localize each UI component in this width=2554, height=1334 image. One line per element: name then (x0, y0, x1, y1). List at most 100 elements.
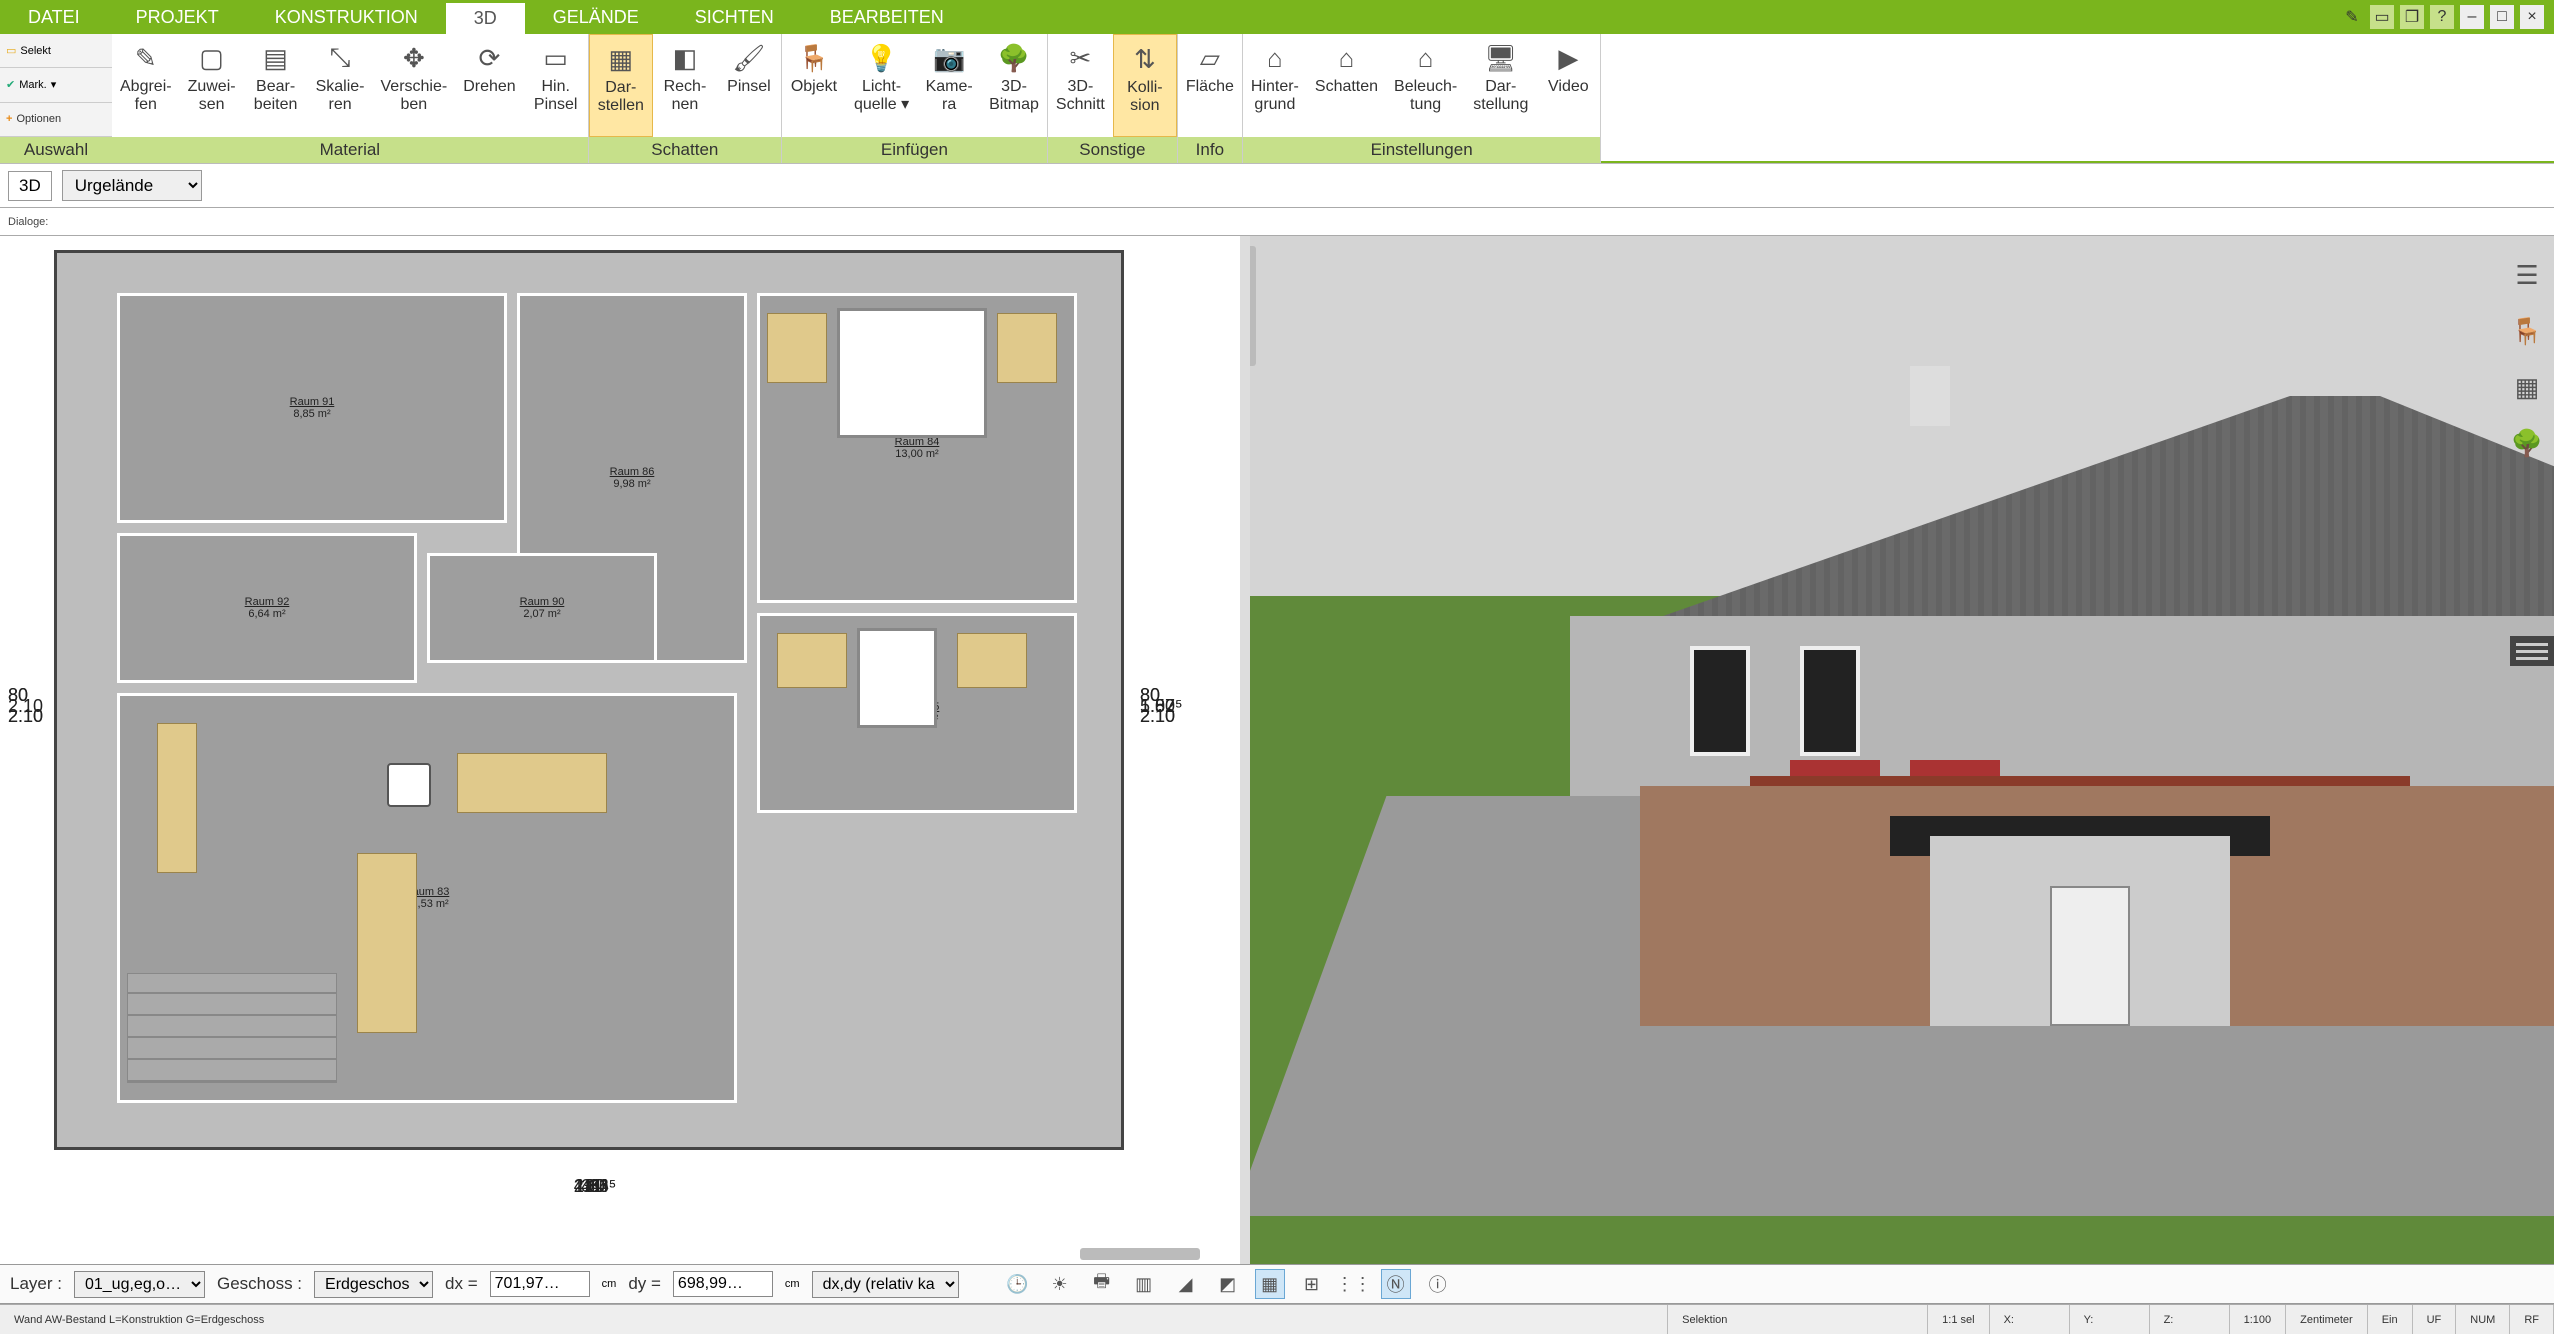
furniture[interactable] (957, 633, 1027, 688)
layers-icon[interactable]: ☰ (2508, 256, 2546, 294)
ribbon-icon: 🪑 (796, 40, 832, 76)
ribbon-btn-3d-schnitt[interactable]: ✂3D- Schnitt (1048, 34, 1113, 137)
close-icon[interactable]: × (2520, 5, 2544, 29)
ribbon-btn-fl-che[interactable]: ▱Fläche (1178, 34, 1242, 137)
ribbon-label: Rech- nen (664, 78, 707, 114)
ribbon-btn-hin-pinsel[interactable]: ▭Hin. Pinsel (524, 34, 588, 137)
furniture[interactable] (157, 723, 197, 873)
layer-label: Layer : (10, 1274, 62, 1294)
menu-tab-3d[interactable]: 3D (446, 0, 525, 34)
splitter[interactable] (1240, 236, 1250, 1264)
menu-tab-gelände[interactable]: GELÄNDE (525, 0, 667, 34)
ribbon-label: Skalie- ren (316, 78, 365, 114)
furniture[interactable] (777, 633, 847, 688)
options-button[interactable]: + Optionen (0, 103, 112, 137)
ribbon-btn-schatten[interactable]: ⌂Schatten (1307, 34, 1386, 137)
washer[interactable] (387, 763, 431, 807)
ribbon-btn-dar-stellung[interactable]: 🖥Dar- stellung (1465, 34, 1536, 137)
paintbrush-icon[interactable]: ✎ (2340, 5, 2364, 29)
ribbon-btn-pinsel[interactable]: 🖌Pinsel (717, 34, 781, 137)
ribbon-btn-drehen[interactable]: ⟳Drehen (455, 34, 523, 137)
ribbon-icon: ⌂ (1408, 40, 1444, 76)
dy-input[interactable] (673, 1271, 773, 1297)
sun-icon[interactable]: ☀ (1045, 1269, 1075, 1299)
ribbon-btn-objekt[interactable]: 🪑Objekt (782, 34, 846, 137)
snap-angle-icon[interactable]: ◢ (1171, 1269, 1201, 1299)
help-icon[interactable]: ? (2430, 5, 2454, 29)
print-icon[interactable]: 🖶 (1087, 1269, 1117, 1299)
grid-icon[interactable]: ⊞ (1297, 1269, 1327, 1299)
floor-select[interactable]: Erdgeschos (314, 1271, 433, 1298)
window-btn-2[interactable]: ❐ (2400, 5, 2424, 29)
ribbon-btn-3d-bitmap[interactable]: 🌳3D- Bitmap (981, 34, 1047, 137)
ribbon-btn-kolli-sion[interactable]: ⇅Kolli- sion (1113, 34, 1177, 137)
ribbon-label: Verschie- ben (381, 78, 448, 114)
plants-icon[interactable]: 🌳 (2508, 424, 2546, 462)
ribbon-icon: ✂ (1062, 40, 1098, 76)
window (1690, 646, 1750, 756)
minimize-icon[interactable]: – (2460, 5, 2484, 29)
ribbon-icon: ▢ (194, 40, 230, 76)
bed[interactable] (857, 628, 937, 728)
ribbon-btn-verschie-ben[interactable]: ✥Verschie- ben (373, 34, 456, 137)
ribbon-btn-bear-beiten[interactable]: ▤Bear- beiten (244, 34, 308, 137)
grid-dots-icon[interactable]: ⋮⋮ (1339, 1269, 1369, 1299)
ribbon-btn-hinter-grund[interactable]: ⌂Hinter- grund (1243, 34, 1307, 137)
window-btn-1[interactable]: ▭ (2370, 5, 2394, 29)
ribbon-btn-zuwei-sen[interactable]: ▢Zuwei- sen (180, 34, 244, 137)
terrain-select[interactable]: Urgelände (62, 170, 202, 201)
ribbon-icon: ⟳ (471, 40, 507, 76)
room-area: 9,98 m² (613, 478, 650, 490)
furniture[interactable] (997, 313, 1057, 383)
ribbon-btn-kame-ra[interactable]: 📷Kame- ra (917, 34, 981, 137)
ribbon-btn-dar-stellen[interactable]: ▦Dar- stellen (589, 34, 653, 137)
snap-grid-icon[interactable]: ▦ (1255, 1269, 1285, 1299)
floorplan-canvas[interactable]: Raum 918,85 m²Raum 869,98 m²Raum 8413,00… (54, 250, 1124, 1150)
menu-tab-konstruktion[interactable]: KONSTRUKTION (247, 0, 446, 34)
snap-ortho-icon[interactable]: ◩ (1213, 1269, 1243, 1299)
select-mode-button[interactable]: ▭ Selekt (0, 34, 112, 68)
ribbon-icon: ▱ (1192, 40, 1228, 76)
north-icon[interactable]: Ⓝ (1381, 1269, 1411, 1299)
coord-mode-select[interactable]: dx,dy (relativ ka (812, 1271, 959, 1298)
info-toggle-icon[interactable]: ⓘ (1423, 1269, 1453, 1299)
dx-input[interactable] (490, 1271, 590, 1297)
ribbon-btn-video[interactable]: ▶Video (1536, 34, 1600, 137)
bed[interactable] (837, 308, 987, 438)
hscroll-thumb[interactable] (1080, 1248, 1200, 1260)
clock-icon[interactable]: 🕒 (1003, 1269, 1033, 1299)
dy-label: dy = (628, 1274, 661, 1294)
room-r92[interactable]: Raum 926,64 m² (117, 533, 417, 683)
menu-right-cluster: ✎ ▭ ❐ ? – □ × (2340, 0, 2554, 34)
ribbon-left-column: ▭ Selekt ✔ Mark. ▾ + Optionen Auswahl (0, 34, 112, 163)
rug[interactable] (127, 973, 337, 1083)
layer-select[interactable]: 01_ug,eg,o… (74, 1271, 205, 1298)
ribbon-btn-abgrei-fen[interactable]: ✎Abgrei- fen (112, 34, 180, 137)
pane-collapse-handle[interactable] (2510, 636, 2554, 666)
ribbon-btn-rech-nen[interactable]: ◧Rech- nen (653, 34, 717, 137)
room-r90[interactable]: Raum 902,07 m² (427, 553, 657, 663)
view-chip-3d[interactable]: 3D (8, 171, 52, 201)
pane-2d[interactable]: Raum 918,85 m²Raum 869,98 m²Raum 8413,00… (0, 236, 1240, 1264)
room-r91[interactable]: Raum 918,85 m² (117, 293, 507, 523)
menu-tab-datei[interactable]: DATEI (0, 0, 108, 34)
sofa[interactable] (357, 853, 417, 1033)
menu-tab-projekt[interactable]: PROJEKT (108, 0, 247, 34)
furniture-icon[interactable]: 🪑 (2508, 312, 2546, 350)
ribbon-btn-licht-quelle-[interactable]: 💡Licht- quelle ▾ (846, 34, 917, 137)
furniture[interactable] (767, 313, 827, 383)
sofa[interactable] (457, 753, 607, 813)
materials-icon[interactable]: ▦ (2508, 368, 2546, 406)
pane-3d[interactable]: ☰ 🪑 ▦ 🌳 (1250, 236, 2554, 1264)
vscroll-thumb[interactable] (1250, 246, 1256, 366)
ribbon-group-sonstige: ✂3D- Schnitt⇅Kolli- sionSonstige (1048, 34, 1178, 163)
menu-tab-bearbeiten[interactable]: BEARBEITEN (802, 0, 972, 34)
ribbon-label: Kolli- sion (1127, 79, 1163, 115)
ribbon-btn-skalie-ren[interactable]: ⤡Skalie- ren (308, 34, 373, 137)
ribbon-btn-beleuch-tung[interactable]: ⌂Beleuch- tung (1386, 34, 1465, 137)
mark-mode-button[interactable]: ✔ Mark. ▾ (0, 68, 112, 102)
maximize-icon[interactable]: □ (2490, 5, 2514, 29)
layers-toggle-icon[interactable]: ▥ (1129, 1269, 1159, 1299)
status-ratio: 1:1 sel (1928, 1305, 1989, 1334)
menu-tab-sichten[interactable]: SICHTEN (667, 0, 802, 34)
